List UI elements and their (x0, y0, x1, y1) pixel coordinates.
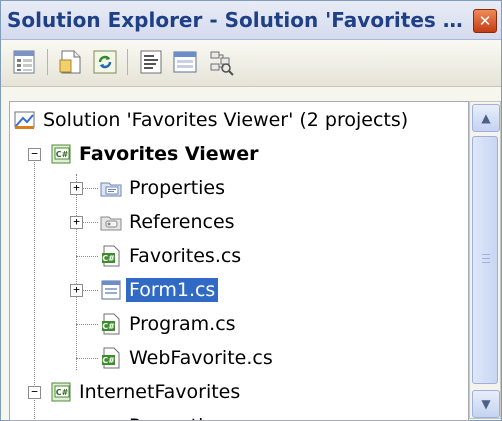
tree-item[interactable]: Solution 'Favorites Viewer' (2 projects) (10, 105, 468, 135)
svg-text:C#: C# (102, 356, 115, 365)
tree-line (76, 256, 98, 257)
tree-line (76, 358, 98, 359)
tree-item-label: Program.cs (129, 313, 236, 335)
view-code-button[interactable] (137, 48, 165, 76)
window-title: Solution Explorer - Solution 'Favorites … (7, 8, 463, 32)
view-code-icon (140, 50, 162, 74)
expand-toggle[interactable]: + (70, 182, 83, 195)
scroll-up-button[interactable]: ▲ (472, 104, 500, 132)
csharp-file-icon: C# (100, 347, 122, 369)
tree-item[interactable]: C# Program.cs (10, 309, 468, 339)
csharp-file-icon: C# (100, 313, 122, 335)
thumb-grip (482, 254, 490, 255)
solution-explorer-window: Solution Explorer - Solution 'Favorites … (0, 0, 502, 421)
tree-item-label: InternetFavorites (79, 381, 241, 403)
solution-icon (14, 109, 36, 131)
view-designer-button[interactable] (171, 48, 199, 76)
toolbar (1, 40, 501, 87)
tree-item-label: WebFavorite.cs (129, 347, 273, 369)
tree-item-label: References (129, 211, 235, 233)
scroll-down-button[interactable]: ▼ (472, 390, 500, 418)
view-designer-icon (173, 51, 197, 73)
title-bar[interactable]: Solution Explorer - Solution 'Favorites … (1, 1, 501, 40)
properties-folder-icon (100, 177, 122, 199)
properties-icon (13, 50, 35, 74)
tree-line (82, 290, 98, 291)
tree-item-label: Form1.cs (126, 278, 219, 302)
tree-item-label: Solution 'Favorites Viewer' (2 projects) (43, 109, 409, 131)
tree-line (76, 174, 77, 370)
svg-text:C#: C# (56, 388, 69, 397)
expand-toggle[interactable]: + (70, 284, 83, 297)
svg-text:C#: C# (102, 254, 115, 263)
svg-text:C#: C# (56, 150, 69, 159)
properties-button[interactable] (11, 48, 39, 76)
tree-item[interactable]: C# WebFavorite.cs (10, 343, 468, 373)
solution-tree[interactable]: Solution 'Favorites Viewer' (2 projects)… (9, 101, 469, 421)
tree-line (76, 324, 98, 325)
toolbar-separator (127, 49, 128, 75)
collapse-toggle[interactable]: − (28, 386, 41, 399)
tree-item[interactable]: + References (10, 207, 468, 237)
form-icon (100, 279, 122, 301)
csharp-file-icon: C# (100, 245, 122, 267)
tree-line (82, 188, 98, 189)
class-diagram-button[interactable] (207, 48, 235, 76)
class-view-icon (210, 51, 234, 76)
scroll-thumb[interactable] (472, 136, 498, 384)
show-all-files-icon (59, 50, 81, 74)
close-button[interactable]: ✕ (473, 9, 497, 33)
thumb-grip (482, 258, 490, 259)
tree-item[interactable]: C# Favorites.cs (10, 241, 468, 271)
tree-item[interactable]: − C# Favorites Viewer (10, 139, 468, 169)
references-folder-icon (100, 211, 122, 233)
tree-item-label: Properties (129, 177, 226, 199)
csharp-project-icon: C# (50, 381, 72, 403)
tree-item-label: Favorites Viewer (79, 143, 259, 165)
tree-item-label: Properties (126, 414, 228, 420)
tree-item[interactable]: + Properties (10, 173, 468, 203)
csharp-project-icon: C# (50, 143, 72, 165)
tree-line (82, 222, 98, 223)
tree-item[interactable]: + Form1.cs (10, 275, 468, 305)
collapse-toggle[interactable]: − (28, 148, 41, 161)
tree-item-label: Favorites.cs (129, 245, 242, 267)
refresh-icon (93, 50, 117, 74)
thumb-grip (482, 262, 490, 263)
refresh-button[interactable] (91, 48, 119, 76)
expand-toggle[interactable]: + (70, 216, 83, 229)
properties-folder-icon (100, 415, 122, 420)
tree-item[interactable]: − C# InternetFavorites (10, 377, 468, 407)
vertical-scrollbar[interactable]: ▲ ▼ (469, 101, 501, 419)
svg-text:C#: C# (102, 322, 115, 331)
tree-item[interactable]: +Properties (10, 411, 468, 420)
toolbar-separator (47, 49, 48, 75)
show-all-files-button[interactable] (57, 48, 85, 76)
